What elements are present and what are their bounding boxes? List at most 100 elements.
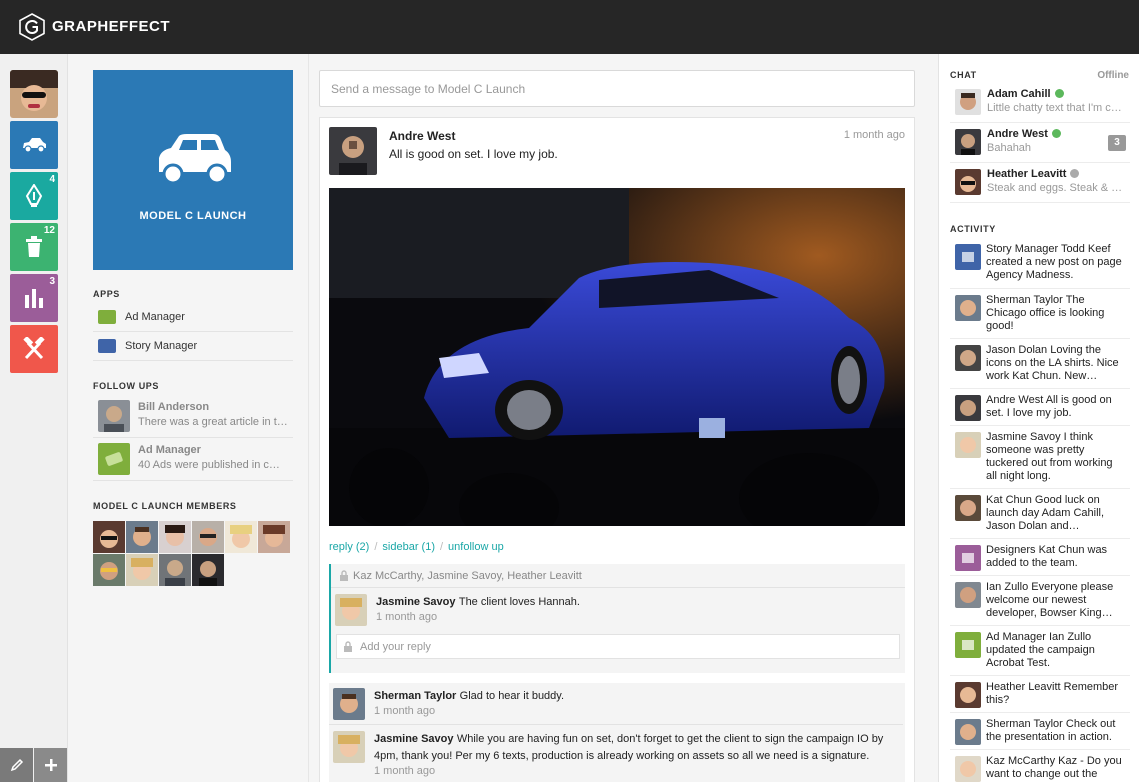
chat-item[interactable]: Adam Cahill Little chatty text that I'm … — [950, 83, 1130, 123]
activity-item[interactable]: Sherman Taylor The Chicago office is loo… — [950, 289, 1130, 339]
post-author[interactable]: Andre West — [389, 129, 455, 143]
rail-trash-tile[interactable]: 12 — [10, 223, 58, 271]
followup-item[interactable]: Ad Manager 40 Ads were published in c… — [93, 438, 293, 481]
group-card[interactable]: MODEL C LAUNCH — [93, 70, 293, 270]
member-avatar[interactable] — [159, 521, 191, 553]
chat-message: Steak and eggs. Steak & … — [987, 182, 1123, 194]
reply-link[interactable]: reply (2) — [329, 541, 369, 553]
avatar — [955, 345, 981, 371]
activity-item[interactable]: Andre West All is good on set. I love my… — [950, 389, 1130, 426]
activity-text: Ian Zullo Everyone please welcome our ne… — [986, 581, 1114, 619]
pencil-icon — [10, 758, 23, 772]
member-avatar[interactable] — [126, 554, 158, 586]
pen-nib-icon — [25, 184, 43, 207]
online-status-icon — [1054, 89, 1064, 98]
activity-item[interactable]: Ian Zullo Everyone please welcome our ne… — [950, 576, 1130, 626]
avatar — [955, 169, 981, 195]
chat-item[interactable]: Andre West Bahahah 3 — [950, 123, 1130, 163]
avatar — [955, 582, 981, 608]
member-avatar[interactable] — [192, 554, 224, 586]
apps-heading: APPS — [93, 289, 120, 299]
activity-text: Kat Chun Good luck on launch day Adam Ca… — [986, 494, 1105, 532]
compose-button[interactable] — [0, 748, 33, 782]
activity-item[interactable]: Designers Kat Chun was added to the team… — [950, 539, 1130, 576]
member-avatar[interactable] — [192, 521, 224, 553]
post-body: All is good on set. I love my job. — [389, 147, 558, 161]
avatar — [955, 495, 981, 521]
member-avatar[interactable] — [93, 521, 125, 553]
followup-text: 40 Ads were published in c… — [138, 459, 280, 471]
avatar[interactable] — [335, 594, 367, 626]
member-avatar[interactable] — [126, 521, 158, 553]
activity-text: Story Manager Todd Keef created a new po… — [986, 243, 1122, 281]
sidebar-link[interactable]: sidebar (1) — [382, 541, 435, 553]
rail-chart-tile[interactable]: 3 — [10, 274, 58, 322]
thread-comment: Jasmine Savoy The client loves Hannah. 1… — [331, 588, 905, 632]
comment-author[interactable]: Jasmine Savoy — [374, 733, 454, 745]
comments-list: Sherman Taylor Glad to hear it buddy. 1 … — [329, 683, 905, 782]
message-composer[interactable]: Send a message to Model C Launch — [319, 70, 915, 107]
activity-text: Heather Leavitt Remember this? — [986, 681, 1119, 706]
activity-item[interactable]: Kat Chun Good luck on launch day Adam Ca… — [950, 489, 1130, 539]
avatar — [955, 395, 981, 421]
activity-text: Ad Manager Ian Zullo updated the campaig… — [986, 631, 1095, 669]
comment-timestamp: 1 month ago — [374, 765, 436, 777]
top-bar: GRAPHEFFECT — [0, 0, 1139, 54]
chat-status-toggle[interactable]: Offline — [1097, 70, 1129, 81]
rail-badge: 3 — [49, 276, 55, 287]
chat-name: Adam Cahill — [987, 88, 1064, 100]
comment-author[interactable]: Sherman Taylor — [374, 690, 456, 702]
post-photo[interactable] — [329, 188, 905, 526]
rail-tools-tile[interactable] — [10, 325, 58, 373]
activity-item[interactable]: Jasmine Savoy I think someone was pretty… — [950, 426, 1130, 489]
activity-item[interactable]: Jason Dolan Loving the icons on the LA s… — [950, 339, 1130, 389]
post-actions: reply (2) / sidebar (1) / unfollow up — [329, 541, 504, 553]
app-ad-manager[interactable]: Ad Manager — [93, 303, 293, 332]
chat-item[interactable]: Heather Leavitt Steak and eggs. Steak & … — [950, 163, 1130, 203]
avatar — [955, 244, 981, 270]
activity-text: Sherman Taylor Check out the presentatio… — [986, 718, 1116, 743]
comment: Jasmine Savoy While you are having fun o… — [329, 726, 903, 782]
activity-item[interactable]: Story Manager Todd Keef created a new po… — [950, 238, 1130, 289]
comment-text: The client loves Hannah. — [458, 596, 580, 608]
avatar — [955, 432, 981, 458]
avatar — [955, 545, 981, 571]
activity-text: Designers Kat Chun was added to the team… — [986, 544, 1108, 569]
followup-item[interactable]: Bill Anderson There was a great article … — [93, 395, 293, 438]
activity-item[interactable]: Kaz McCarthy Kaz - Do you want to change… — [950, 750, 1130, 782]
activity-text: Andre West All is good on set. I love my… — [986, 394, 1112, 419]
feed: Send a message to Model C Launch Andre W… — [308, 54, 938, 782]
unread-count-badge: 3 — [1108, 135, 1126, 151]
avatar — [955, 756, 981, 782]
activity-item[interactable]: Heather Leavitt Remember this? — [950, 676, 1130, 713]
rail-bottom-actions — [0, 748, 68, 782]
rail-car-tile[interactable] — [10, 121, 58, 169]
crossed-hammers-icon — [23, 337, 45, 360]
member-avatar[interactable] — [93, 554, 125, 586]
online-status-icon — [1051, 129, 1061, 138]
member-avatar[interactable] — [225, 521, 257, 553]
activity-heading: ACTIVITY — [950, 224, 996, 234]
comment-author[interactable]: Jasmine Savoy — [376, 596, 456, 608]
member-avatar[interactable] — [159, 554, 191, 586]
add-button[interactable] — [34, 748, 67, 782]
activity-item[interactable]: Ad Manager Ian Zullo updated the campaig… — [950, 626, 1130, 676]
chat-heading: CHAT — [950, 70, 977, 80]
comment-text: Glad to hear it buddy. — [459, 690, 565, 702]
current-user-avatar[interactable] — [10, 70, 58, 118]
reply-input[interactable]: Add your reply — [336, 634, 900, 659]
rail-pen-tile[interactable]: 4 — [10, 172, 58, 220]
avatar — [955, 129, 981, 155]
comment-timestamp: 1 month ago — [376, 611, 438, 623]
member-avatar[interactable] — [258, 521, 290, 553]
avatar[interactable] — [329, 127, 377, 175]
unfollow-link[interactable]: unfollow up — [448, 541, 504, 553]
avatar[interactable] — [333, 688, 365, 720]
post-card: Andre West All is good on set. I love my… — [319, 117, 915, 782]
app-story-manager[interactable]: Story Manager — [93, 332, 293, 361]
avatar[interactable] — [333, 731, 365, 763]
brand-name[interactable]: GRAPHEFFECT — [52, 18, 170, 35]
graph-effect-logo-icon[interactable] — [18, 13, 46, 41]
activity-item[interactable]: Sherman Taylor Check out the presentatio… — [950, 713, 1130, 750]
story-manager-icon — [98, 339, 116, 353]
